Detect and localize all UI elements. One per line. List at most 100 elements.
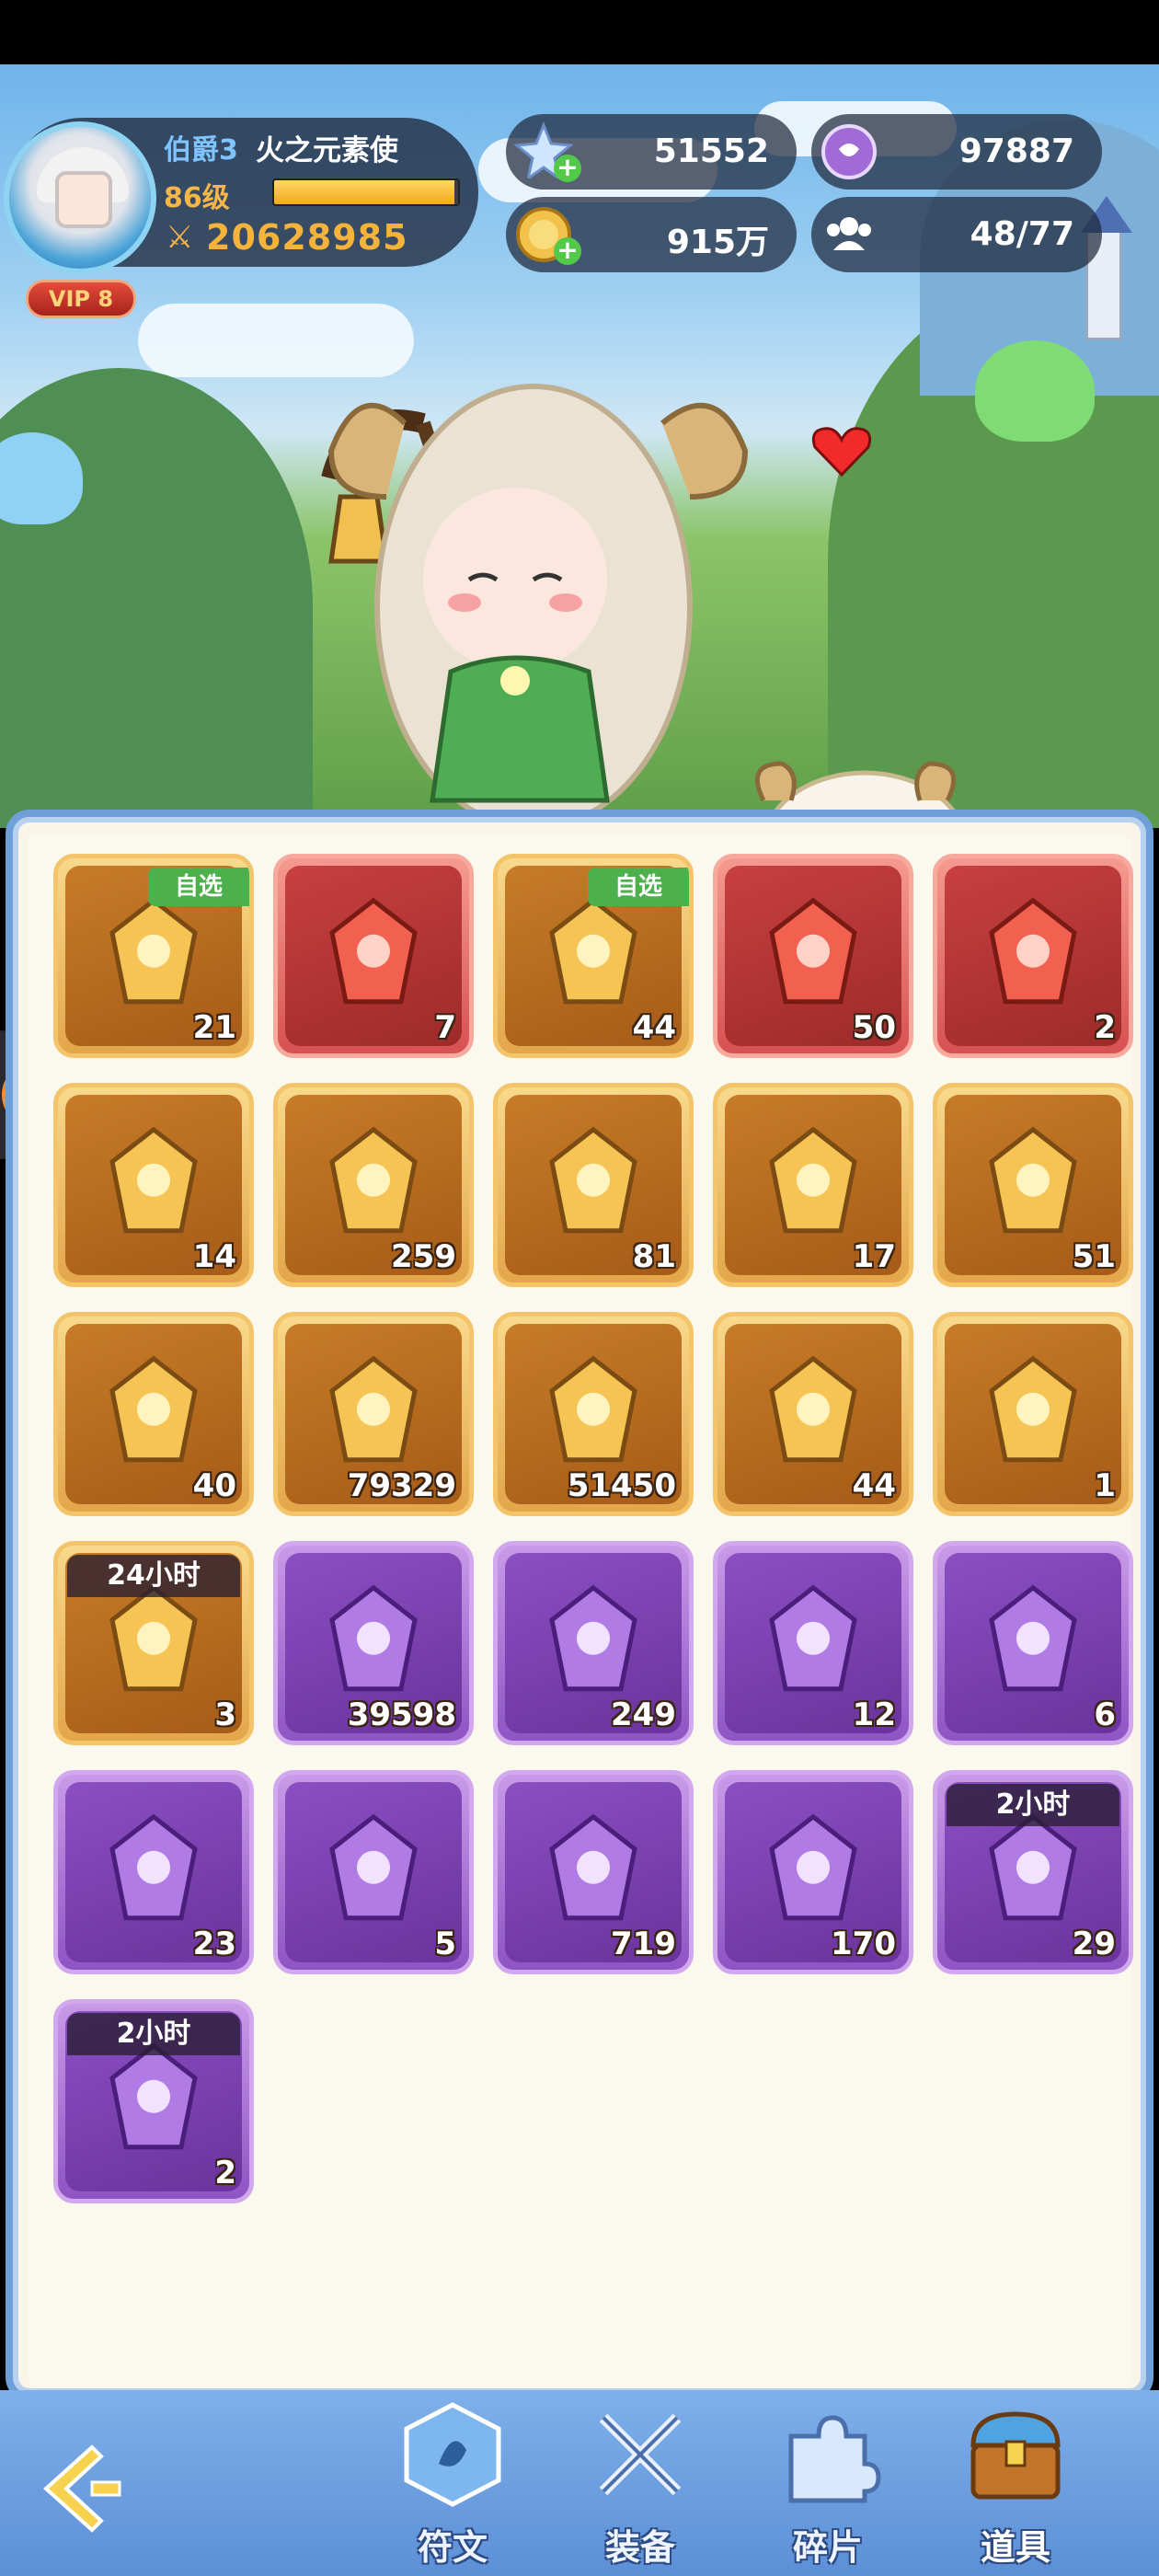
item-count: 7 — [434, 1009, 456, 1046]
item-count: 1 — [1094, 1467, 1116, 1504]
item-slot[interactable]: 51 — [933, 1083, 1133, 1287]
red-crystal-icon — [329, 897, 418, 1005]
item-count: 249 — [611, 1696, 676, 1733]
purple-egg-icon — [769, 1813, 857, 1921]
purple-gem-icon — [821, 124, 877, 179]
tab-runes-label: 符文 — [417, 2527, 488, 2568]
item-slot[interactable]: 23 — [53, 1770, 254, 1974]
item-slot[interactable]: 249 — [493, 1541, 694, 1745]
tab-equipment[interactable]: 装备 — [548, 2390, 732, 2576]
item-slot[interactable]: 50 — [713, 854, 913, 1058]
star-resource[interactable]: + 51552 — [506, 114, 797, 190]
item-count: 79329 — [347, 1467, 456, 1504]
item-count: 40 — [192, 1467, 236, 1504]
puzzle-icon — [788, 2415, 881, 2503]
item-slot[interactable]: 2小时 2 — [53, 1999, 254, 2203]
item-slot[interactable]: 81 — [493, 1083, 694, 1287]
tab-items-label: 道具 — [980, 2527, 1050, 2568]
combat-power: 20628985 — [206, 217, 408, 258]
item-count: 170 — [831, 1926, 896, 1962]
swap-potion-icon — [989, 1355, 1077, 1463]
back-button[interactable] — [28, 2429, 147, 2548]
item-slot[interactable]: 17 — [713, 1083, 913, 1287]
item-count: 719 — [611, 1926, 676, 1962]
item-slot[interactable]: 40 — [53, 1312, 254, 1516]
item-slot[interactable]: 14 — [53, 1083, 254, 1287]
item-slot[interactable]: 24小时 3 — [53, 1541, 254, 1745]
exp-fill — [274, 180, 454, 204]
gold-resource[interactable]: + 915万 — [506, 197, 797, 272]
lightning-potion-icon — [109, 1355, 198, 1463]
item-slot[interactable]: 79329 — [273, 1312, 474, 1516]
character-sprite[interactable] — [294, 368, 773, 828]
summon-ticket-icon — [769, 897, 857, 1005]
player-level: 86级 — [164, 182, 230, 214]
item-slot[interactable]: 2小时 29 — [933, 1770, 1133, 1974]
item-slot[interactable]: 39598 — [273, 1541, 474, 1745]
vip-badge[interactable]: VIP 8 — [26, 280, 136, 318]
plus-icon[interactable]: + — [554, 237, 581, 265]
green-slime — [975, 340, 1095, 442]
crystal-orb-icon — [549, 1813, 637, 1921]
item-count: 3 — [214, 1696, 236, 1733]
item-count: 21 — [192, 1009, 236, 1046]
item-slot[interactable]: 5 — [273, 1770, 474, 1974]
item-slot[interactable]: 44 — [713, 1312, 913, 1516]
gem-resource[interactable]: 97887 — [811, 114, 1102, 190]
selectable-gift-box-icon — [549, 897, 637, 1005]
tab-fragments[interactable]: 碎片 — [736, 2390, 920, 2576]
scroll-ticket-icon — [329, 1126, 418, 1234]
blue-star-shard-icon — [549, 1126, 637, 1234]
refresh-card-icon — [329, 1813, 418, 1921]
avatar[interactable] — [4, 121, 156, 274]
item-count: 2 — [214, 2155, 236, 2191]
treasure-chest-icon — [970, 2411, 1061, 2500]
player-title: 伯爵3 — [164, 134, 238, 167]
item-slot[interactable]: 51450 — [493, 1312, 694, 1516]
tab-runes[interactable]: 符文 — [361, 2390, 545, 2576]
plus-icon[interactable]: + — [554, 155, 581, 182]
item-slot[interactable]: 170 — [713, 1770, 913, 1974]
fire-egg-icon — [989, 897, 1077, 1005]
avatar-face — [55, 171, 112, 228]
inventory-grid: 自选 21 7 自选 44 50 2 14 259 81 17 51 40 79329 51450 44 1 24… — [28, 834, 1133, 2388]
ice-crystal-icon — [769, 1584, 857, 1692]
duration-label: 2小时 — [67, 2013, 240, 2055]
dragon-egg-icon — [769, 1355, 857, 1463]
heart-icon — [811, 427, 872, 477]
item-slot[interactable]: 2 — [933, 854, 1133, 1058]
item-count: 29 — [1072, 1926, 1116, 1962]
purple-coin-token-icon — [549, 1355, 637, 1463]
selectable-tag: 自选 — [148, 868, 249, 906]
tab-fragments-label: 碎片 — [792, 2527, 863, 2568]
diamond-icon — [329, 1584, 418, 1692]
item-slot[interactable]: 6 — [933, 1541, 1133, 1745]
item-count: 2 — [1094, 1009, 1116, 1046]
team-resource[interactable]: 48/77 — [811, 197, 1102, 272]
heart-ticket-icon — [989, 1126, 1077, 1234]
crossed-swords-icon: ⚔ — [166, 219, 194, 256]
player-name: 火之元素使 — [256, 134, 398, 167]
item-slot[interactable]: 1 — [933, 1312, 1133, 1516]
item-count: 259 — [391, 1238, 456, 1275]
rune-icon — [404, 2402, 501, 2507]
item-slot[interactable]: 719 — [493, 1770, 694, 1974]
crossed-swords-icon — [599, 2413, 682, 2496]
item-count: 39598 — [347, 1696, 456, 1733]
gem-value: 97887 — [958, 132, 1074, 170]
item-slot[interactable]: 259 — [273, 1083, 474, 1287]
item-slot[interactable]: 12 — [713, 1541, 913, 1745]
item-slot[interactable]: 自选 21 — [53, 854, 254, 1058]
tab-items[interactable]: 道具 — [924, 2390, 1107, 2576]
item-count: 23 — [192, 1926, 236, 1962]
hourglass-icon — [549, 1584, 637, 1692]
item-slot[interactable]: 自选 44 — [493, 854, 694, 1058]
item-count: 17 — [852, 1238, 896, 1275]
item-count: 44 — [632, 1009, 676, 1046]
status-bar — [0, 0, 1159, 64]
item-count: 44 — [852, 1467, 896, 1504]
item-count: 12 — [852, 1696, 896, 1733]
duration-label: 24小时 — [67, 1555, 240, 1597]
gold-crystal-icon — [109, 1126, 198, 1234]
item-slot[interactable]: 7 — [273, 854, 474, 1058]
